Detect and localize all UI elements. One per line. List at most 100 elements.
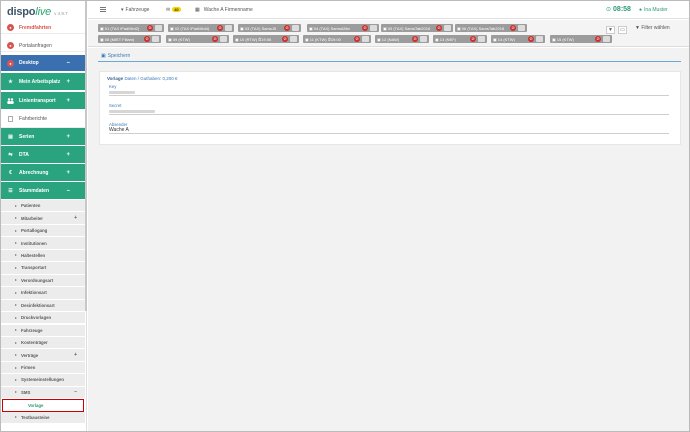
- display-button[interactable]: ▭: [618, 26, 627, 34]
- sidebar-item-portalanfragen[interactable]: ● Portalanfragen: [1, 40, 85, 52]
- submenu-item-transportart[interactable]: Transportart: [1, 262, 85, 275]
- sidebar-item-mein-arbeitsplatz[interactable]: ★ Mein Arbeitsplatz +: [1, 73, 85, 90]
- save-button[interactable]: ▣ Speichern: [101, 53, 130, 59]
- vehicle-status-box[interactable]: [220, 36, 227, 42]
- unavailable-icon[interactable]: ⊘: [284, 25, 290, 31]
- vehicle-status-box[interactable]: [225, 25, 232, 31]
- sender-field[interactable]: Wache A: [109, 127, 669, 134]
- sidebar-item-desktop[interactable]: ● Desktop –: [1, 55, 85, 71]
- vehicle-chip[interactable]: ▣ 13 (NEF) ⊘: [433, 35, 487, 43]
- secret-field[interactable]: [109, 108, 669, 115]
- submenu-item-mitarbeiter[interactable]: Mitarbeiter +: [1, 212, 85, 225]
- submenu-item-verträge[interactable]: Verträge +: [1, 349, 85, 362]
- vehicle-status-box[interactable]: [536, 36, 543, 42]
- vehicle-chip[interactable]: ▣ 14 (KTW) ⊘: [491, 35, 545, 43]
- sidebar-item-dta[interactable]: ⇆ DTA +: [1, 146, 85, 163]
- submenu-item-verordnungsart[interactable]: Verordnungsart: [1, 274, 85, 288]
- vehicle-chip[interactable]: ▣ 03 (TAX) SamsJ5 ⊘: [238, 24, 301, 32]
- unavailable-icon[interactable]: ⊘: [436, 25, 442, 31]
- unavailable-icon[interactable]: ⊘: [217, 25, 223, 31]
- submenu-item-desinfektionsart[interactable]: Desinfektionsart: [1, 299, 85, 312]
- vehicle-status-box[interactable]: [155, 25, 162, 31]
- expand-toggle[interactable]: +: [66, 152, 70, 158]
- unavailable-icon[interactable]: ⊘: [412, 36, 418, 42]
- submenu-item-portallogang[interactable]: Portallogang: [1, 224, 85, 238]
- key-field[interactable]: [109, 89, 669, 96]
- submenu-item-textbausteine[interactable]: Textbausteine: [1, 411, 85, 425]
- unavailable-icon[interactable]: ⊘: [144, 36, 150, 42]
- sidebar-item-abrechnung[interactable]: € Abrechnung +: [1, 164, 85, 181]
- submenu-item-systemeinstellungen[interactable]: Systemeinstellungen: [1, 374, 85, 387]
- caret-right-icon: [15, 254, 17, 257]
- submenu-item-druckvorlagen[interactable]: Druckvorlagen: [1, 312, 85, 325]
- sidebar-item-stammdaten[interactable]: ☰ Stammdaten –: [1, 182, 85, 199]
- unavailable-icon[interactable]: ⊘: [595, 36, 601, 42]
- submenu-item-haltestellen[interactable]: Haltestellen: [1, 249, 85, 263]
- vehicle-status-box[interactable]: [420, 36, 427, 42]
- vehicle-chip[interactable]: ▣ 12 (NAW) ⊘: [375, 35, 429, 43]
- vehicle-status-box[interactable]: [603, 36, 610, 42]
- expand-toggle[interactable]: +: [66, 98, 70, 104]
- expand-toggle[interactable]: +: [66, 134, 70, 140]
- unavailable-icon[interactable]: ⊘: [470, 36, 476, 42]
- unavailable-icon[interactable]: ⊘: [147, 25, 153, 31]
- vehicle-chip[interactable]: ▣ 02 (TAX iPadMini4) ⊘: [168, 24, 234, 32]
- vehicle-chip[interactable]: ▣ 08 (MIET Filiam) ⊘: [98, 35, 161, 43]
- expand-toggle[interactable]: +: [66, 170, 70, 176]
- vehicle-status-box[interactable]: [518, 25, 525, 31]
- submenu-item-infektionsart[interactable]: Infektionsart: [1, 287, 85, 300]
- submenu-item-firmen[interactable]: Firmen: [1, 361, 85, 375]
- user-menu[interactable]: ● Ina Muster: [639, 7, 668, 13]
- submenu-toggle[interactable]: +: [74, 215, 77, 221]
- hamburger-icon[interactable]: [100, 7, 106, 12]
- sidebar-item-fahrberichte[interactable]: Fahrberichte: [1, 111, 85, 128]
- vehicle-status-box[interactable]: [292, 25, 299, 31]
- sidebar-item-fremdfahrten[interactable]: ● Fremdfahrten: [1, 22, 85, 34]
- unavailable-icon[interactable]: ⊘: [510, 25, 516, 31]
- company-selector[interactable]: ▦ Wache A Firmenname: [195, 7, 253, 13]
- vehicle-chip[interactable]: ▣ 04 (TAX) SamsA5fw ⊘: [307, 24, 379, 32]
- messages-button[interactable]: ✉ 40: [166, 7, 181, 13]
- vehicle-chip[interactable]: ▣ 09 (KTW) ⊘: [166, 35, 229, 43]
- vehicle-status-box[interactable]: [444, 25, 451, 31]
- vehicle-status-box[interactable]: [290, 36, 297, 42]
- unavailable-icon[interactable]: ⊘: [282, 36, 288, 42]
- vehicle-chip[interactable]: ▣ 06 (TAX) SamsTab2018 ⊘: [455, 24, 527, 32]
- filter-select[interactable]: ▼ Filter wählen: [635, 25, 670, 31]
- submenu-item-label: Patienten: [21, 203, 41, 209]
- vehicle-chip[interactable]: ▣ 11 (KTW) ⏱19:00 ⊘: [303, 35, 371, 43]
- submenu-toggle[interactable]: –: [74, 389, 77, 395]
- submenu-item-sms[interactable]: SMS –: [1, 386, 85, 400]
- unavailable-icon[interactable]: ⊘: [212, 36, 218, 42]
- submenu-item-institutionen[interactable]: Institutionen: [1, 237, 85, 250]
- vehicle-status-box[interactable]: [370, 25, 377, 31]
- submenu-toggle[interactable]: +: [74, 352, 77, 358]
- submenu-item-vorlage[interactable]: Vorlage: [2, 399, 84, 412]
- sidebar-item-serien[interactable]: ▤ Serien +: [1, 128, 85, 145]
- unavailable-icon[interactable]: ⊘: [354, 36, 360, 42]
- vehicle-chip[interactable]: ▣ 01 (TAX iPadMini2) ⊘: [98, 24, 164, 32]
- unavailable-icon[interactable]: ⊘: [528, 36, 534, 42]
- unavailable-icon[interactable]: ⊘: [362, 25, 368, 31]
- sidebar-item-linientransport[interactable]: Linientransport +: [1, 92, 85, 109]
- submenu-item-patienten[interactable]: Patienten: [1, 200, 85, 213]
- vehicle-chip[interactable]: ▣ 15 (KTW) ⊘: [550, 35, 612, 43]
- vehicles-dropdown[interactable]: ▾ Fahrzeuge: [121, 7, 149, 13]
- vehicle-status-box[interactable]: [478, 36, 485, 42]
- vehicle-chip[interactable]: ▣ 05 (TAX) SamsTab2016 ⊘: [381, 24, 453, 32]
- collapse-toggle[interactable]: –: [67, 60, 70, 66]
- submenu-item-fahrzeuge[interactable]: Fahrzeuge: [1, 324, 85, 337]
- star-icon: ★: [8, 78, 13, 85]
- expand-toggle[interactable]: +: [66, 79, 70, 85]
- caret-right-icon: [15, 366, 17, 369]
- submenu-item-kostenträger[interactable]: Kostenträger: [1, 336, 85, 350]
- vehicle-chip[interactable]: ▣ 10 (RTW) ⏱19:06 ⊘: [233, 35, 299, 43]
- sidebar-scrollbar[interactable]: [85, 1, 87, 311]
- vehicle-icon: ▣: [383, 25, 387, 31]
- filter-button[interactable]: ▼: [606, 26, 615, 34]
- vehicle-status-box[interactable]: [362, 36, 369, 42]
- badge-icon: ●: [7, 42, 14, 49]
- collapse-toggle[interactable]: –: [67, 188, 70, 194]
- vehicle-label: 02 (TAX iPadMini4): [174, 25, 210, 31]
- vehicle-status-box[interactable]: [152, 36, 159, 42]
